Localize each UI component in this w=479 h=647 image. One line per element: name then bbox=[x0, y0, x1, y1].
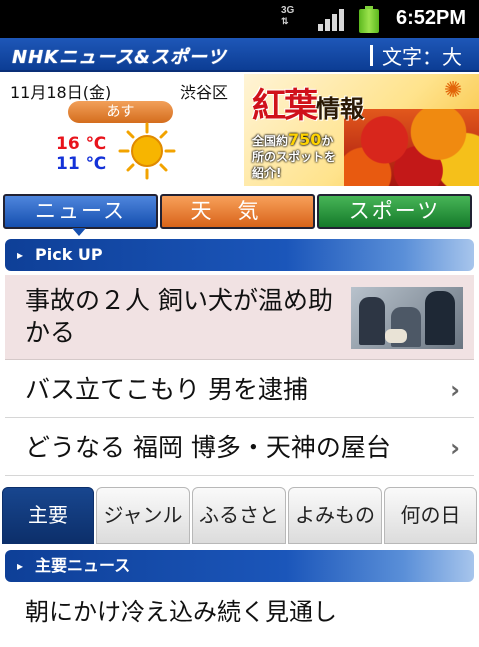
news-thumbnail-image bbox=[351, 287, 463, 349]
pickup-list-item[interactable]: バス立てこもり 男を逮捕 › bbox=[5, 362, 474, 418]
chevron-right-icon: ▸ bbox=[17, 559, 24, 573]
tab-main[interactable]: 主要 bbox=[2, 487, 94, 544]
pickup-item-headline: どうなる 福岡 博多・天神の屋台 bbox=[25, 433, 391, 462]
sun-icon bbox=[118, 122, 176, 180]
network-type-label: 3G bbox=[281, 5, 295, 16]
pickup-header-label: Pick UP bbox=[35, 245, 103, 264]
chevron-right-icon: › bbox=[450, 376, 460, 404]
tab-hometown[interactable]: ふるさと bbox=[192, 487, 286, 544]
autumn-leaves-banner[interactable]: 紅葉情報 ✺ 全国約750か 所のスポットを 紹介! bbox=[244, 74, 479, 186]
status-time: 6:52PM bbox=[396, 7, 467, 29]
category-tabs: 主要 ジャンル ふるさと よみもの 何の日 bbox=[0, 487, 479, 544]
tab-weather[interactable]: 天気 bbox=[160, 194, 315, 229]
header-divider bbox=[370, 45, 373, 66]
news-list-item[interactable]: 朝にかけ冷え込み続く見通し bbox=[5, 588, 474, 647]
font-size-button[interactable]: 文字：大 bbox=[382, 41, 462, 70]
battery-icon bbox=[359, 6, 379, 33]
maple-leaf-icon: ✺ bbox=[444, 78, 463, 103]
banner-text: 全国約750か 所のスポットを 紹介! bbox=[252, 130, 337, 181]
pickup-list-item[interactable]: どうなる 福岡 博多・天神の屋台 › bbox=[5, 420, 474, 476]
tab-genre[interactable]: ジャンル bbox=[96, 487, 190, 544]
pickup-featured-item[interactable]: 事故の２人 飼い犬が温め助かる bbox=[5, 275, 474, 360]
network-3g-icon: 3G ⇅ bbox=[281, 5, 295, 27]
signal-strength-icon bbox=[318, 9, 344, 31]
tab-reading[interactable]: よみもの bbox=[288, 487, 382, 544]
tab-sports[interactable]: スポーツ bbox=[317, 194, 472, 229]
active-tab-pointer bbox=[72, 228, 86, 236]
pickup-item-headline: バス立てこもり 男を逮捕 bbox=[25, 375, 308, 404]
temperature-low: 11 ℃ bbox=[56, 154, 107, 174]
app-header: NHKニュース&スポーツ 文字：大 bbox=[0, 38, 479, 72]
autumn-leaves-image bbox=[344, 109, 479, 186]
weather-day-badge: あす bbox=[68, 101, 173, 123]
main-news-header-label: 主要ニュース bbox=[35, 556, 131, 575]
status-bar: 3G ⇅ 6:52PM bbox=[0, 0, 479, 38]
news-item-headline: 朝にかけ冷え込み続く見通し bbox=[25, 598, 337, 626]
pickup-header: ▸ Pick UP bbox=[5, 239, 474, 271]
weather-location: 渋谷区 bbox=[180, 83, 229, 102]
tab-news[interactable]: ニュース bbox=[3, 194, 158, 229]
nhk-logo[interactable]: NHKニュース&スポーツ bbox=[12, 43, 227, 69]
main-tabs: ニュース 天気 スポーツ bbox=[0, 194, 479, 236]
temperature-high: 16 ℃ bbox=[56, 134, 107, 154]
main-news-header: ▸ 主要ニュース bbox=[5, 550, 474, 582]
chevron-right-icon: › bbox=[450, 434, 460, 462]
chevron-right-icon: ▸ bbox=[17, 248, 24, 262]
tab-today-in-history[interactable]: 何の日 bbox=[384, 487, 477, 544]
weather-date: 11月18日(金) bbox=[10, 83, 112, 102]
pickup-featured-headline: 事故の２人 飼い犬が温め助かる bbox=[25, 286, 333, 347]
banner-title: 紅葉情報 bbox=[252, 86, 364, 126]
